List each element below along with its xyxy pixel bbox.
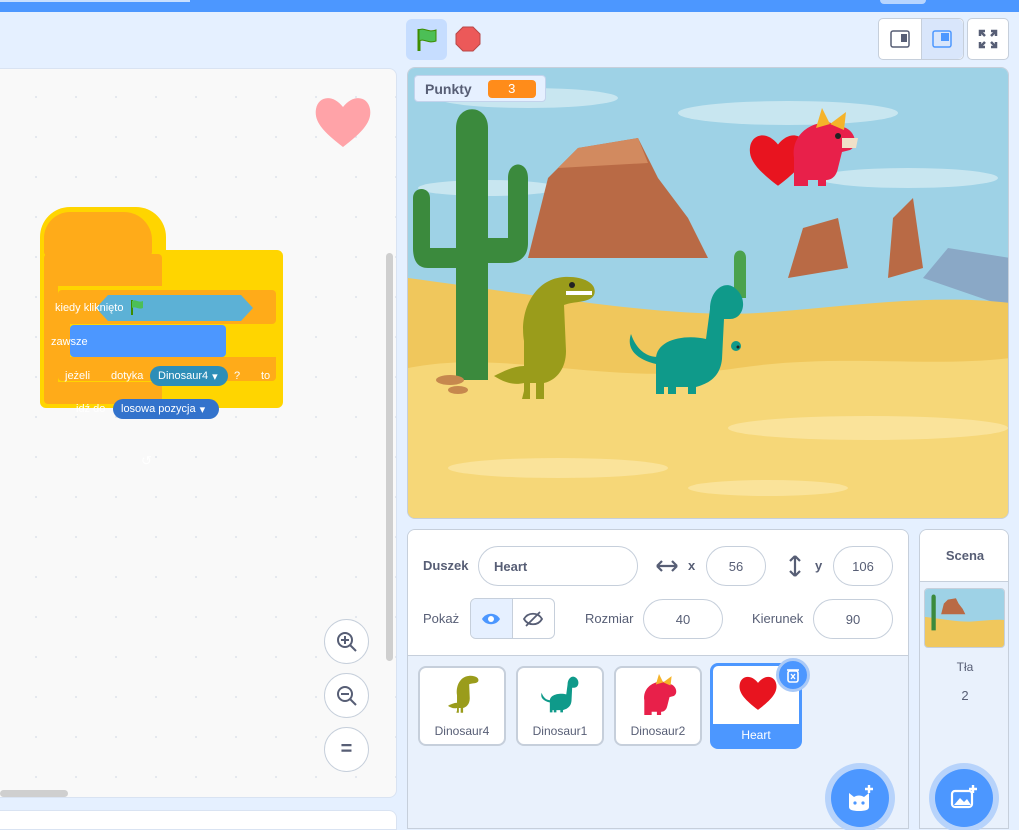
code-workspace[interactable]: = xyxy=(0,68,397,798)
sprite-tile-label: Dinosaur2 xyxy=(630,724,686,738)
hat-label: kiedy kliknięto xyxy=(55,302,124,314)
size-field[interactable]: 40 xyxy=(643,599,723,639)
green-flag-icon xyxy=(417,28,436,51)
size-value: 40 xyxy=(675,611,691,627)
show-sprite-button[interactable] xyxy=(471,599,513,638)
sprite-tile-label: Dinosaur1 xyxy=(532,724,588,738)
hide-sprite-button[interactable] xyxy=(513,599,555,638)
sprite-name-value: Heart xyxy=(494,558,528,574)
code-area-bottom-panel xyxy=(0,810,397,830)
green-flag-button[interactable] xyxy=(406,19,447,60)
show-label: Pokaż xyxy=(423,611,460,626)
dinosaur1-sprite[interactable] xyxy=(626,279,754,397)
touching-target-value: Dinosaur4 xyxy=(158,370,209,382)
sprite-label: Duszek xyxy=(423,558,469,573)
forever-block[interactable] xyxy=(44,254,162,286)
stop-button[interactable] xyxy=(452,23,484,55)
goto-label: idź do xyxy=(76,403,106,415)
variable-monitor: Punkty 3 xyxy=(414,75,546,102)
menu-bar xyxy=(0,0,1019,12)
stage-thumbnail[interactable] xyxy=(924,588,1005,648)
workspace-vertical-scrollbar[interactable] xyxy=(386,253,393,661)
dinosaur2-sprite[interactable] xyxy=(786,108,858,188)
green-flag-icon xyxy=(131,300,143,315)
normal-stage-icon xyxy=(932,30,953,48)
small-stage-button[interactable] xyxy=(879,19,921,59)
dinosaur2-thumbnail xyxy=(644,674,677,715)
zoom-in-icon xyxy=(336,631,357,652)
direction-value: 90 xyxy=(845,611,861,627)
add-sprite-cat-icon xyxy=(849,785,873,811)
size-label: Rozmiar xyxy=(585,611,634,626)
trash-icon xyxy=(787,669,799,683)
chevron-down-icon: ▾ xyxy=(212,370,218,383)
goto-target-dropdown[interactable]: losowa pozycja ▾ xyxy=(113,399,219,419)
eye-icon xyxy=(482,613,501,624)
choose-backdrop-button[interactable] xyxy=(935,769,993,827)
sprite-tile-dinosaur4[interactable]: Dinosaur4 xyxy=(418,666,506,746)
zoom-out-button[interactable] xyxy=(324,673,369,718)
backdrops-count: 2 xyxy=(961,688,969,703)
x-position-field[interactable]: 56 xyxy=(706,546,766,586)
normal-stage-button[interactable] xyxy=(920,19,963,59)
forever-label: zawsze xyxy=(51,336,88,348)
monitor-label: Punkty xyxy=(425,80,472,97)
y-position-value: 106 xyxy=(852,558,874,574)
workspace-horizontal-scrollbar[interactable] xyxy=(0,790,68,797)
heart-thumbnail xyxy=(739,676,777,710)
direction-field[interactable]: 90 xyxy=(813,599,893,639)
y-position-field[interactable]: 106 xyxy=(833,546,893,586)
small-stage-icon xyxy=(890,30,910,48)
stage[interactable] xyxy=(407,67,1009,519)
if-label: jeżeli xyxy=(65,370,91,382)
desert-backdrop-thumbnail xyxy=(925,589,1004,647)
sprite-tile-label: Heart xyxy=(713,724,799,746)
monitor-value: 3 xyxy=(487,79,536,98)
zoom-in-button[interactable] xyxy=(324,619,369,664)
fullscreen-button[interactable] xyxy=(967,18,1009,60)
stop-icon xyxy=(455,26,481,52)
when-flag-clicked-block[interactable] xyxy=(44,212,152,256)
sprite-tile-label: Dinosaur4 xyxy=(434,724,490,738)
menu-bar-right-piece xyxy=(880,0,926,4)
stage-size-toggle xyxy=(878,18,964,60)
zoom-out-icon xyxy=(336,685,357,706)
backdrops-label: Tła xyxy=(956,660,974,674)
x-position-value: 56 xyxy=(728,558,744,574)
sprite-name-field[interactable]: Heart xyxy=(478,546,638,586)
zoom-reset-button[interactable]: = xyxy=(324,727,369,772)
x-label: x xyxy=(688,558,696,573)
y-label: y xyxy=(815,558,823,573)
goto-target-value: losowa pozycja xyxy=(121,403,196,415)
eye-slash-icon xyxy=(523,610,544,627)
visibility-toggle xyxy=(470,598,555,639)
fullscreen-icon xyxy=(978,29,998,49)
x-position-icon xyxy=(656,560,678,572)
chevron-down-icon: ▾ xyxy=(199,403,206,416)
then-label: to xyxy=(261,370,271,382)
question-mark: ? xyxy=(234,370,241,382)
dinosaur4-sprite[interactable] xyxy=(494,271,600,403)
dinosaur1-thumbnail xyxy=(541,676,579,713)
add-backdrop-icon xyxy=(950,785,977,809)
sprite-tile-dinosaur1[interactable]: Dinosaur1 xyxy=(516,666,604,746)
choose-sprite-button[interactable] xyxy=(831,769,889,827)
goto-block[interactable] xyxy=(70,325,226,357)
touching-label: dotyka xyxy=(111,370,144,382)
delete-sprite-button[interactable] xyxy=(776,658,810,692)
touching-target-dropdown[interactable]: Dinosaur4 ▾ xyxy=(150,366,228,386)
direction-label: Kierunek xyxy=(752,611,804,626)
current-sprite-heart-icon xyxy=(315,98,371,147)
loop-arrow-icon: ↺ xyxy=(141,453,152,468)
y-position-icon xyxy=(789,555,801,577)
menu-bar-tab xyxy=(0,0,190,2)
scene-title: Scena xyxy=(920,530,1008,582)
zoom-reset-label: = xyxy=(340,738,353,760)
sprite-tile-dinosaur2[interactable]: Dinosaur2 xyxy=(614,666,702,746)
dinosaur4-thumbnail xyxy=(447,675,479,713)
